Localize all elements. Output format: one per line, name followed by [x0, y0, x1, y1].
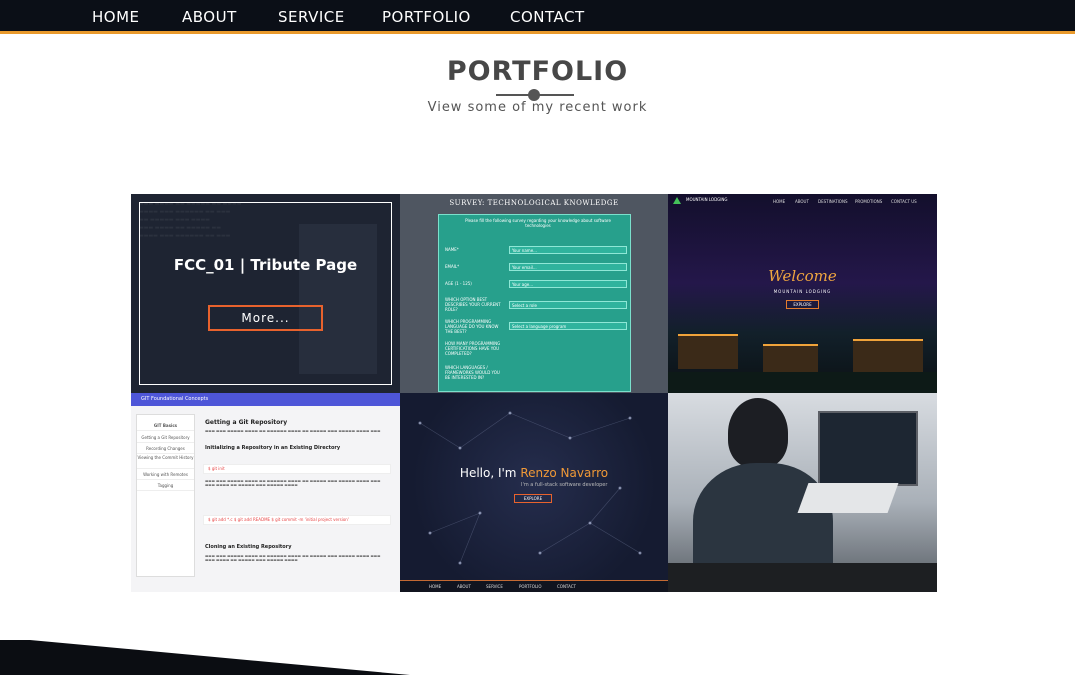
overlay-frame	[139, 202, 392, 385]
mountain-link-home[interactable]: HOME	[773, 199, 785, 204]
survey-placeholder-role: Select a role	[512, 303, 537, 308]
nav-about[interactable]: ABOUT	[182, 8, 237, 26]
lodge-cabin-middle	[763, 344, 818, 372]
constellation-background	[418, 411, 642, 565]
git-heading-cloning: Cloning an Existing Repository	[205, 544, 292, 550]
mountain-link-about[interactable]: ABOUT	[795, 199, 809, 204]
nav-portfolio[interactable]: PORTFOLIO	[382, 8, 471, 26]
survey-input-name[interactable]: Your name...	[509, 246, 627, 254]
survey-placeholder-language: Select a language program	[512, 324, 567, 329]
survey-placeholder-name: Your name...	[512, 248, 537, 253]
nav-service[interactable]: SERVICE	[278, 8, 345, 26]
hello-nav-portfolio[interactable]: PORTFOLIO	[519, 584, 542, 589]
mountain-link-destinations[interactable]: DESTINATIONS	[818, 199, 848, 204]
portfolio-tile-git-docs[interactable]: GIT Foundational Concepts GIT Basics Get…	[131, 393, 400, 592]
hello-nav-service[interactable]: SERVICE	[486, 584, 503, 589]
photo-monitor	[818, 411, 918, 486]
tile-title: FCC_01 | Tribute Page	[173, 256, 358, 274]
git-code-init: $ git init	[203, 464, 391, 474]
git-code-commit: $ git add *.c $ git add README $ git com…	[203, 515, 391, 525]
survey-form-panel: Please fill the following survey regardi…	[438, 214, 631, 392]
git-sidebar-item-recording[interactable]: Recording Changes	[137, 444, 194, 454]
hello-nav-home[interactable]: HOME	[429, 584, 441, 589]
welcome-subtitle: MOUNTAIN LODGING	[773, 289, 832, 294]
git-sidebar-item-basics[interactable]: GIT Basics	[137, 421, 194, 431]
git-sidebar-item-tagging[interactable]: Tagging	[137, 481, 194, 491]
portfolio-tile-hello-landing[interactable]: Hello, I'm Renzo Navarro I'm a full-stac…	[400, 393, 668, 592]
survey-select-role[interactable]: Select a role	[509, 301, 627, 309]
hello-nav-contact[interactable]: CONTACT	[557, 584, 576, 589]
git-heading-initializing: Initializing a Repository in an Existing…	[205, 445, 341, 451]
nav-contact[interactable]: CONTACT	[510, 8, 585, 26]
git-paragraph-3: ▬▬▬ ▬▬▬ ▬▬▬▬▬ ▬▬▬▬ ▬▬ ▬▬▬▬▬▬ ▬▬▬▬ ▬▬ ▬▬▬…	[205, 554, 381, 562]
photo-person-head	[728, 398, 788, 468]
git-sidebar-item-remotes[interactable]: Working with Remotes	[137, 470, 194, 480]
mountain-link-contact[interactable]: CONTACT US	[891, 199, 917, 204]
hello-nav-about[interactable]: ABOUT	[457, 584, 471, 589]
survey-intro: Please fill the following survey regardi…	[465, 218, 611, 228]
section-title: PORTFOLIO	[446, 56, 629, 87]
survey-select-language[interactable]: Select a language program	[509, 322, 627, 330]
lodge-water	[668, 372, 937, 393]
survey-input-age[interactable]: Your age...	[509, 280, 627, 288]
hello-name: Renzo Navarro	[520, 466, 609, 480]
survey-input-email[interactable]: Your email...	[509, 263, 627, 271]
git-paragraph: ▬▬▬ ▬▬▬ ▬▬▬▬▬ ▬▬▬▬ ▬▬ ▬▬▬▬▬▬ ▬▬▬▬ ▬▬ ▬▬▬…	[205, 429, 381, 433]
photo-laptop	[797, 483, 899, 513]
survey-label-email: EMAIL*	[445, 264, 460, 269]
git-sidebar: GIT Basics Getting a Git Repository Reco…	[136, 414, 195, 577]
hello-heading: Hello, I'm Renzo Navarro	[400, 466, 668, 480]
portfolio-grid: ▬▬▬ ▬▬▬▬ ▬▬ ▬▬▬▬▬ ▬▬ ▬▬▬▬▬▬▬▬ ▬▬▬ ▬▬▬▬▬▬…	[131, 194, 937, 592]
welcome-heading: Welcome	[768, 267, 837, 285]
hello-tagline: I'm a full-stack software developer	[521, 482, 608, 488]
more-button[interactable]: More...	[208, 305, 323, 331]
lodge-cabin-left	[678, 334, 738, 369]
survey-label-language: WHICH PROGRAMMING LANGUAGE DO YOU KNOW T…	[445, 319, 499, 334]
survey-label-age: AGE (1 - 125)	[445, 281, 472, 286]
git-header: GIT Foundational Concepts	[131, 393, 400, 406]
git-sidebar-item-history[interactable]: Viewing the Commit History	[137, 455, 194, 469]
nav-home[interactable]: HOME	[92, 8, 140, 26]
mountain-nav: MOUNTAIN LODGING HOME ABOUT DESTINATIONS…	[668, 194, 937, 208]
survey-placeholder-email: Your email...	[512, 265, 537, 270]
hello-nav: HOME ABOUT SERVICE PORTFOLIO CONTACT	[400, 580, 668, 592]
survey-placeholder-age: Your age...	[512, 282, 534, 287]
git-header-title: GIT Foundational Concepts	[141, 396, 209, 402]
lodge-cabin-right	[853, 339, 923, 372]
mountain-logo-icon	[673, 197, 681, 204]
mountain-logo-text: MOUNTAIN LODGING	[686, 197, 728, 202]
portfolio-tile-survey-form[interactable]: SURVEY: TECHNOLOGICAL KNOWLEDGE Please f…	[400, 194, 668, 393]
mountain-link-promotions[interactable]: PROMOTIONS	[855, 199, 882, 204]
photo-desk	[668, 563, 937, 592]
survey-label-frameworks: WHICH LANGUAGES / FRAMEWORKS WOULD YOU B…	[445, 365, 500, 380]
hello-greeting: Hello, I'm	[459, 466, 521, 480]
explore-button[interactable]: EXPLORE	[786, 300, 819, 309]
portfolio-tile-developer-photo[interactable]	[668, 393, 937, 592]
survey-label-name: NAME*	[445, 247, 459, 252]
git-sidebar-item-repository[interactable]: Getting a Git Repository	[137, 433, 194, 443]
footer-shape	[0, 640, 410, 675]
survey-label-role: WHICH OPTION BEST DESCRIBES YOUR CURRENT…	[445, 297, 501, 312]
navbar: HOME ABOUT SERVICE PORTFOLIO CONTACT	[0, 0, 1075, 34]
git-paragraph-2: ▬▬▬ ▬▬▬ ▬▬▬▬▬ ▬▬▬▬ ▬▬ ▬▬▬▬▬▬ ▬▬▬▬ ▬▬ ▬▬▬…	[205, 479, 381, 487]
hello-explore-button[interactable]: EXPLORE	[514, 494, 552, 503]
portfolio-tile-tribute-page[interactable]: ▬▬▬ ▬▬▬▬ ▬▬ ▬▬▬▬▬ ▬▬ ▬▬▬▬▬▬▬▬ ▬▬▬ ▬▬▬▬▬▬…	[131, 194, 400, 393]
survey-title: SURVEY: TECHNOLOGICAL KNOWLEDGE	[449, 199, 619, 207]
section-subtitle: View some of my recent work	[427, 100, 648, 115]
survey-label-certifications: HOW MANY PROGRAMMING CERTIFICATIONS HAVE…	[445, 341, 501, 356]
git-heading-getting: Getting a Git Repository	[205, 419, 288, 426]
portfolio-tile-mountain-lodging[interactable]: MOUNTAIN LODGING HOME ABOUT DESTINATIONS…	[668, 194, 937, 393]
